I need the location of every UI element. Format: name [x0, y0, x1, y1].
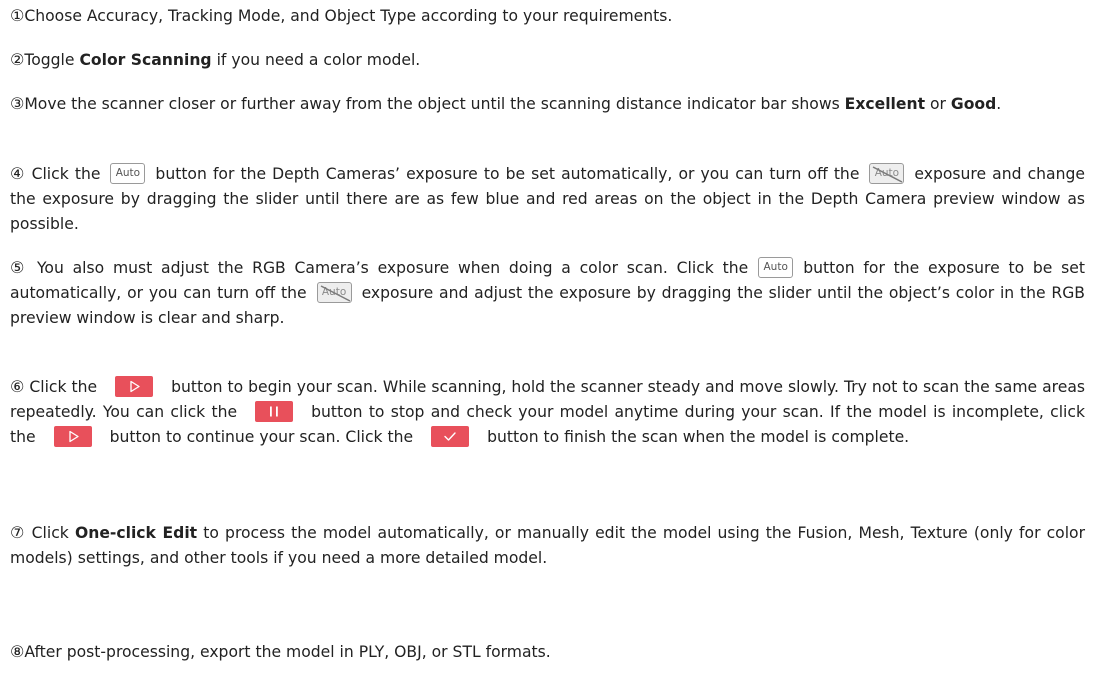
step-5: ⑤ You also must adjust the RGB Camera’s … [10, 255, 1085, 331]
step-text: Move the scanner closer or further away … [24, 95, 845, 113]
play-icon [53, 425, 92, 447]
auto-exposure-button-icon: Auto [110, 162, 146, 184]
step-number: ⑧ [10, 642, 25, 661]
step-emphasis: Color Scanning [79, 51, 212, 69]
step-7: ⑦ Click One-click Edit to process the mo… [10, 520, 1085, 571]
strikethrough-icon [873, 165, 903, 183]
step-text: button for the Depth Cameras’ exposure t… [155, 165, 860, 183]
pause-icon [255, 400, 294, 422]
step-text: button to finish the scan when the model… [487, 428, 910, 446]
check-icon [431, 425, 470, 447]
strikethrough-icon [320, 284, 350, 302]
step-number: ④ [10, 164, 26, 183]
step-number: ① [10, 6, 25, 25]
step-emphasis: Excellent [844, 95, 926, 113]
auto-label: Auto [115, 166, 141, 179]
step-number: ⑦ [10, 523, 26, 542]
step-3: ③Move the scanner closer or further away… [10, 91, 1085, 117]
auto-exposure-button-icon: Auto [758, 256, 794, 278]
step-text: Toggle [24, 51, 80, 69]
step-text: Click [31, 524, 75, 542]
step-text: Click the [31, 165, 101, 183]
step-number: ② [10, 50, 25, 69]
step-4: ④ Click the Auto button for the Depth Came… [10, 161, 1085, 237]
step-text: Choose Accuracy, Tracking Mode, and Obje… [24, 7, 673, 25]
instructions-page: ①Choose Accuracy, Tracking Mode, and Obj… [0, 0, 1100, 682]
auto-exposure-off-icon: Auto [316, 281, 352, 303]
step-8: ⑧After post-processing, export the model… [10, 639, 1085, 665]
step-emphasis: Good [950, 95, 997, 113]
step-text: button to continue your scan. Click the [109, 428, 414, 446]
step-number: ⑤ [10, 258, 29, 277]
auto-exposure-off-icon: Auto [869, 162, 905, 184]
step-emphasis: One-click Edit [74, 524, 198, 542]
auto-label: Auto [763, 260, 788, 273]
step-1: ①Choose Accuracy, Tracking Mode, and Obj… [10, 3, 1085, 29]
step-number: ③ [10, 94, 25, 113]
step-text: or [925, 95, 951, 113]
step-text: . [996, 95, 1002, 113]
step-6: ⑥ Click the button to begin your scan. Wh… [10, 374, 1085, 450]
step-text: if you need a color model. [211, 51, 421, 69]
step-text: After post-processing, export the model … [24, 643, 551, 661]
step-text: Click the [29, 378, 98, 396]
step-text: You also must adjust the RGB Camera’s ex… [36, 259, 749, 277]
step-2: ②Toggle Color Scanning if you need a col… [10, 47, 1085, 73]
step-number: ⑥ [10, 377, 25, 396]
play-icon [115, 375, 154, 397]
